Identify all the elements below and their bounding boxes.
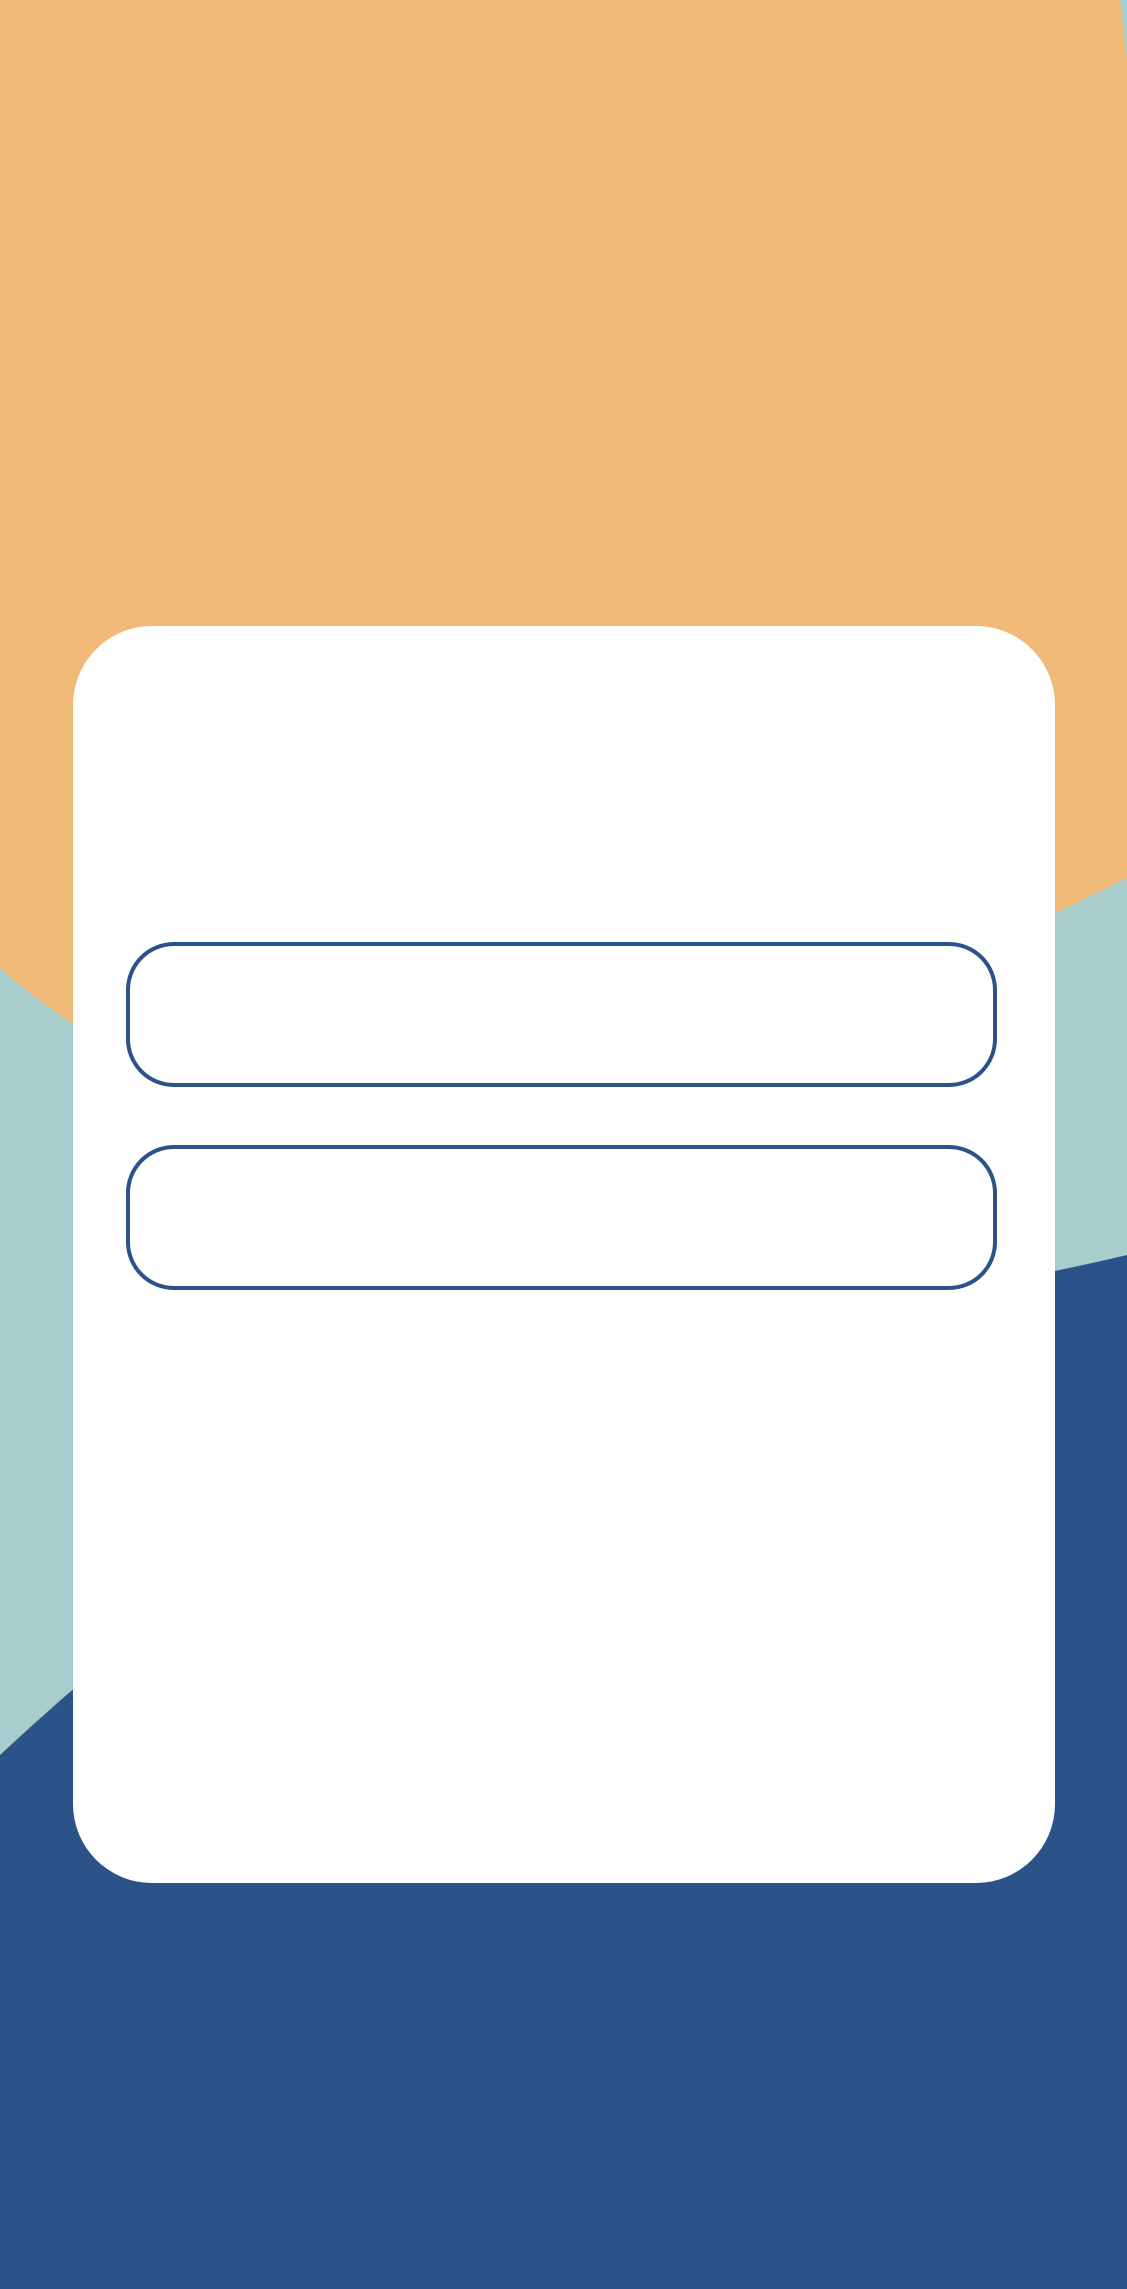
- login-card: [73, 626, 1055, 1883]
- username-field[interactable]: [126, 942, 997, 1087]
- password-field[interactable]: [126, 1145, 997, 1290]
- login-screen: [0, 0, 1127, 2289]
